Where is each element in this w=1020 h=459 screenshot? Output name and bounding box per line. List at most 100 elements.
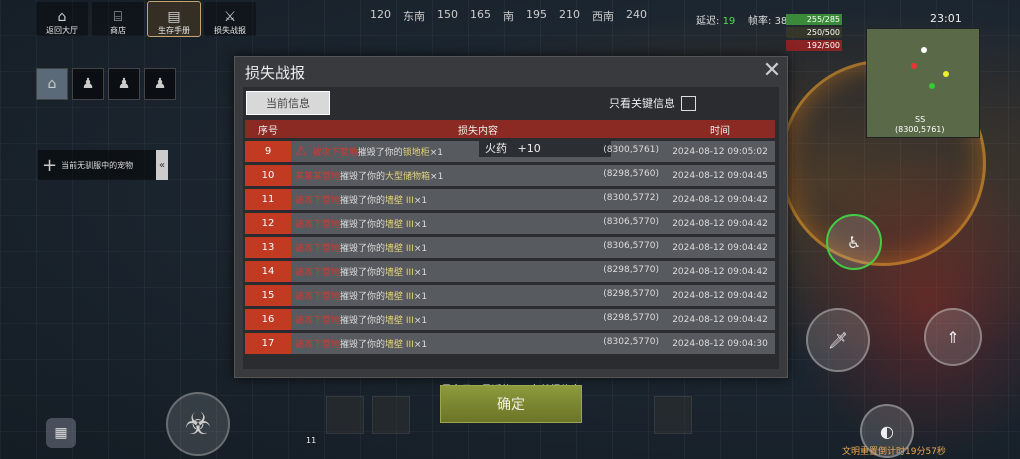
loot-popup: 火药 +10 [479, 141, 611, 157]
biohazard-icon: ☣ [184, 406, 212, 442]
item-count: ×1 [413, 316, 428, 326]
table-row: 14 被攻下营地摧毁了你的墙壁 III×1 (8298,5770) 2024-08-1… [245, 261, 775, 282]
hotbar-slot[interactable] [326, 396, 364, 434]
player-slot-button[interactable]: ♟ [144, 68, 176, 100]
home-settings-button[interactable]: ⌂ [36, 68, 68, 100]
key-info-checkbox[interactable] [681, 95, 696, 111]
loot-item: 火药 [485, 142, 507, 155]
loss-report-table: 序号 损失内容 时间 9 ⚠ 被攻下营地摧毁了你的锁地柜×1 火药 +10 (8300,… [245, 117, 775, 357]
latency-label: 延迟: [696, 16, 720, 27]
warning-icon: ⚠ [295, 144, 307, 159]
biohazard-button[interactable]: ☣ [166, 392, 230, 456]
row-index: 17 [245, 333, 291, 354]
nav-handbook-button[interactable]: ▤ 生存手册 [147, 1, 201, 37]
nav-lobby-button[interactable]: ⌂ 返回大厅 [36, 2, 88, 36]
reset-countdown: 文明重置倒计时19分57秒 [842, 447, 946, 457]
item-count: ×1 [430, 172, 444, 182]
nav-shop-button[interactable]: ⌸ 商店 [92, 2, 144, 36]
hotbar-slot[interactable] [654, 396, 692, 434]
key-info-filter[interactable]: 只看关键信息 [609, 95, 696, 111]
nav-loss-report-label: 损失战报 [214, 26, 246, 35]
player-slot-button[interactable]: ♟ [72, 68, 104, 100]
fps-readout: 帧率: 38 [748, 12, 787, 27]
map-marker [943, 71, 949, 77]
dialog-title: 损失战报 [245, 64, 306, 82]
row-coord: (8302,5770) [603, 337, 659, 347]
minimap[interactable]: SS (8300,5761) [866, 28, 980, 138]
tab-current-info[interactable]: 当前信息 [246, 91, 330, 115]
row-time: 2024-08-12 09:04:42 [665, 213, 775, 234]
row-index: 14 [245, 261, 291, 282]
confirm-button[interactable]: 确定 [440, 385, 582, 423]
row-content: ⚠ 被攻下营地摧毁了你的锁地柜×1 火药 +10 (8300,5761) [291, 141, 665, 162]
row-index: 16 [245, 309, 291, 330]
row-content: 被攻下营地摧毁了你的墙壁 III×1 (8306,5770) [291, 213, 665, 234]
loss-report-dialog: 损失战报 ✕ 当前信息 只看关键信息 序号 损失内容 时间 9 ⚠ 被攻下营地摧毁了… [234, 56, 788, 396]
row-coord: (8306,5770) [603, 241, 659, 251]
item-name: 墙壁 III [385, 316, 414, 326]
row-index: 15 [245, 285, 291, 306]
hotbar-slot[interactable] [372, 396, 410, 434]
action-text: 摧毁了你的 [340, 172, 386, 182]
row-content: 某某某营地摧毁了你的大型储物箱×1 (8298,5760) [291, 165, 665, 186]
item-count: ×1 [429, 148, 443, 158]
row-coord: (8306,5770) [603, 217, 659, 227]
item-name: 墙壁 III [385, 268, 414, 278]
attacker-name: 被攻下营地 [295, 244, 341, 254]
person-add-icon: ♟ [117, 76, 131, 92]
loot-amount: +10 [517, 142, 541, 155]
attacker-name: 某某某营地 [295, 172, 341, 182]
row-time: 2024-08-12 09:04:42 [665, 261, 775, 282]
item-count: ×1 [413, 244, 428, 254]
nav-loss-report-button[interactable]: ⚔ 损失战报 [204, 2, 256, 36]
table-row: 15 被攻下营地摧毁了你的墙壁 III×1 (8298,5770) 2024-08-1… [245, 285, 775, 306]
row-content: 被攻下营地摧毁了你的墙壁 III×1 (8300,5772) [291, 189, 665, 210]
minimap-label: SS [915, 115, 926, 124]
thirst-bar: 192/500 [786, 40, 842, 51]
hunger-bar: 250/500 [786, 27, 842, 38]
item-name: 墙壁 III [385, 340, 414, 350]
row-index: 11 [245, 189, 291, 210]
item-count: ×1 [413, 268, 428, 278]
item-name: 锁地柜 [402, 148, 430, 158]
action-text: 摧毁了你的 [340, 340, 386, 350]
nav-handbook-label: 生存手册 [158, 26, 190, 35]
table-row: 17 被攻下营地摧毁了你的墙壁 III×1 (8302,5770) 2024-08-1… [245, 333, 775, 354]
row-coord: (8300,5772) [603, 193, 659, 203]
row-time: 2024-08-12 09:04:45 [665, 165, 775, 186]
row-coord: (8298,5770) [603, 289, 659, 299]
map-marker [929, 83, 935, 89]
row-index: 12 [245, 213, 291, 234]
fps-label: 帧率: [748, 16, 772, 27]
compass-mark: 西南 [592, 10, 614, 23]
map-marker [921, 47, 927, 53]
home-icon: ⌂ [47, 76, 57, 92]
crossed-swords-icon: ⚔ [223, 9, 237, 25]
attacker-name: 被攻下营地 [295, 196, 341, 206]
action-text: 摧毁了你的 [340, 316, 386, 326]
shop-icon: ⌸ [113, 9, 123, 25]
compass-mark: 南 [503, 10, 514, 23]
jump-button[interactable]: ⇑ [924, 308, 982, 366]
close-icon[interactable]: ✕ [761, 60, 783, 83]
compass-mark: 东南 [403, 10, 425, 23]
item-name: 大型储物箱 [385, 172, 431, 182]
attacker-name: 被攻下营地 [295, 292, 341, 302]
map-button[interactable]: ▦ [46, 418, 76, 448]
column-header-index: 序号 [245, 120, 291, 138]
nav-lobby-label: 返回大厅 [46, 26, 78, 35]
row-time: 2024-08-12 09:04:30 [665, 333, 775, 354]
collapse-handle[interactable]: « [156, 150, 168, 180]
player-slot-button[interactable]: ♟ [108, 68, 140, 100]
pet-slot[interactable]: + 当前无驯服中的宠物 [38, 150, 156, 180]
item-count: ×1 [413, 292, 428, 302]
row-content: 被攻下营地摧毁了你的墙壁 III×1 (8302,5770) [291, 333, 665, 354]
melee-attack-button[interactable]: 🗡 [806, 308, 870, 372]
compass-bar: 120 东南 150 165 南 195 210 西南 240 [370, 8, 647, 24]
row-time: 2024-08-12 09:04:42 [665, 285, 775, 306]
interact-button[interactable]: ♿ [826, 214, 882, 270]
item-count: ×1 [413, 196, 428, 206]
row-coord: (8298,5770) [603, 313, 659, 323]
row-coord: (8298,5760) [603, 169, 659, 179]
latency-value: 19 [722, 16, 736, 27]
